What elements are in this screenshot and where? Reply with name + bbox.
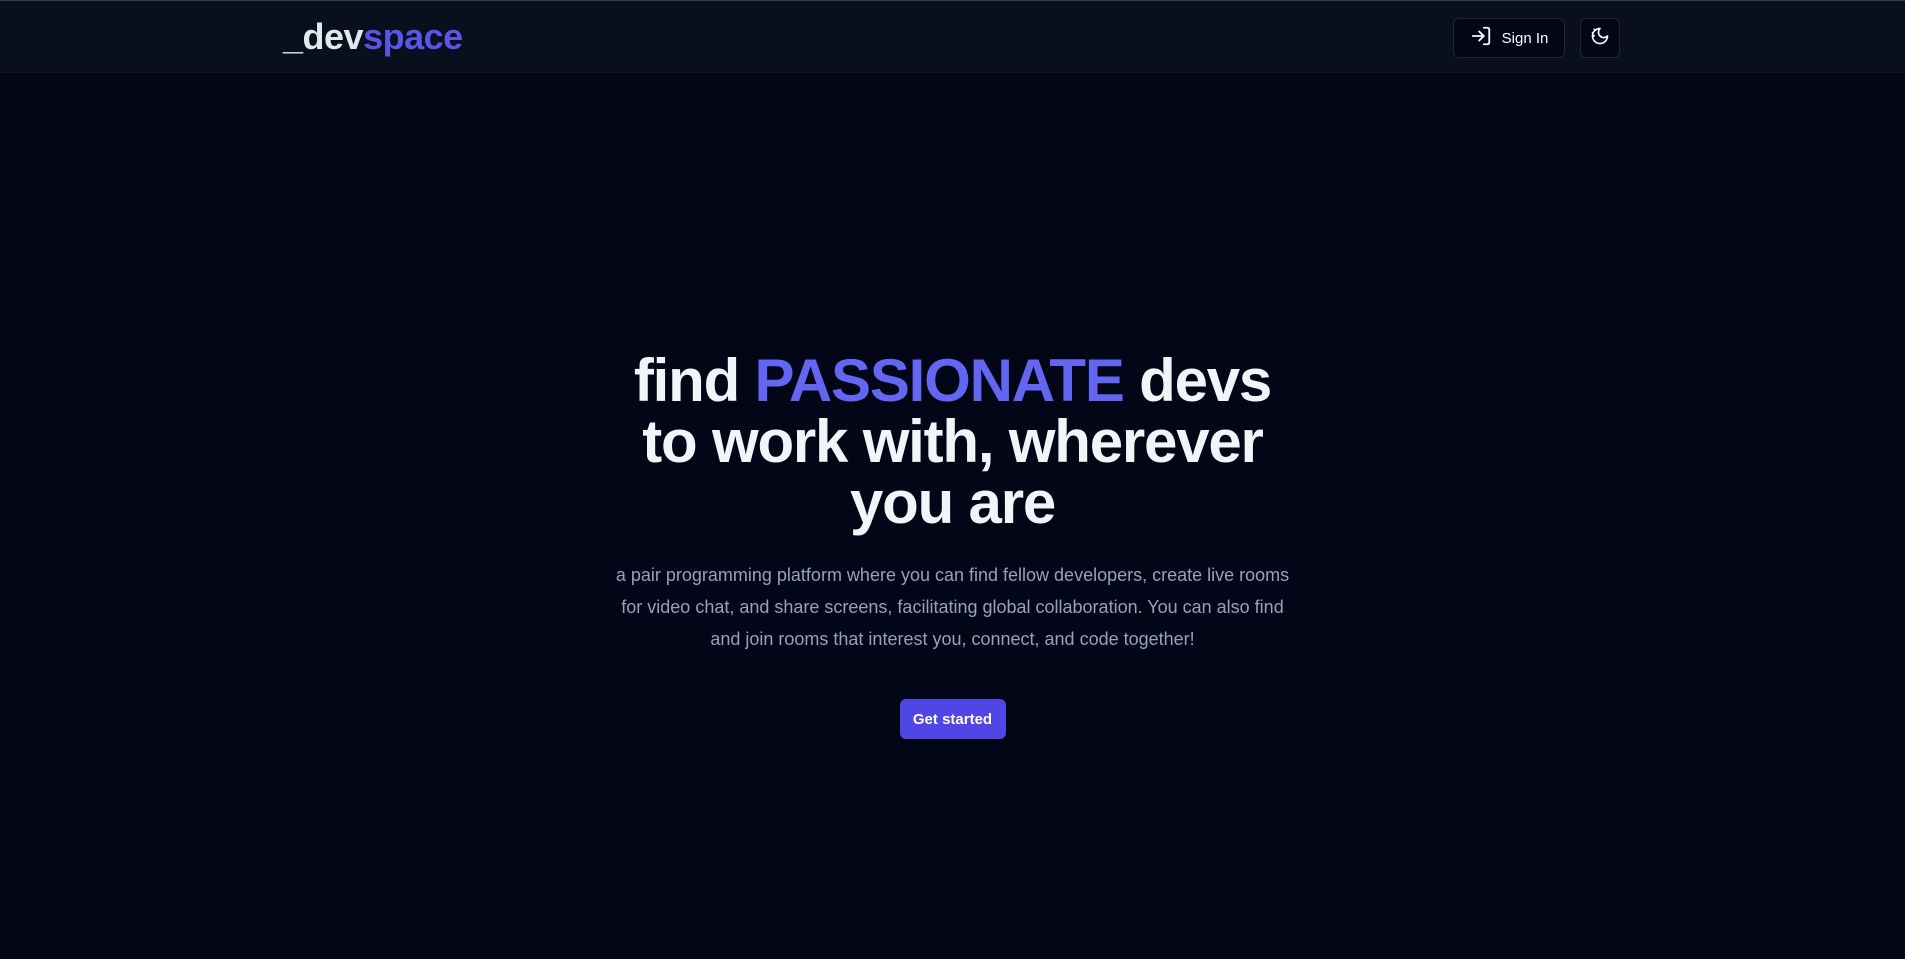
- headline-accent: PASSIONATE: [754, 347, 1125, 414]
- sign-in-label: Sign In: [1501, 29, 1549, 47]
- logo-suffix: space: [363, 16, 463, 57]
- hero-description: a pair programming platform where you ca…: [615, 565, 1290, 649]
- logo[interactable]: _devspace: [283, 17, 463, 57]
- moon-sun-icon: [1590, 26, 1610, 51]
- headline-part-1: find: [633, 347, 755, 414]
- log-in-icon: [1470, 25, 1492, 52]
- navbar: _devspace Sign In: [0, 1, 1905, 73]
- theme-toggle-button[interactable]: [1580, 18, 1620, 58]
- logo-prefix: _dev: [283, 16, 364, 57]
- sign-in-button[interactable]: Sign In: [1453, 18, 1565, 58]
- get-started-button[interactable]: Get started: [899, 699, 1006, 739]
- hero-section: find PASSIONATE devs to work with, where…: [0, 350, 1905, 739]
- hero-headline: find PASSIONATE devs to work with, where…: [603, 350, 1303, 533]
